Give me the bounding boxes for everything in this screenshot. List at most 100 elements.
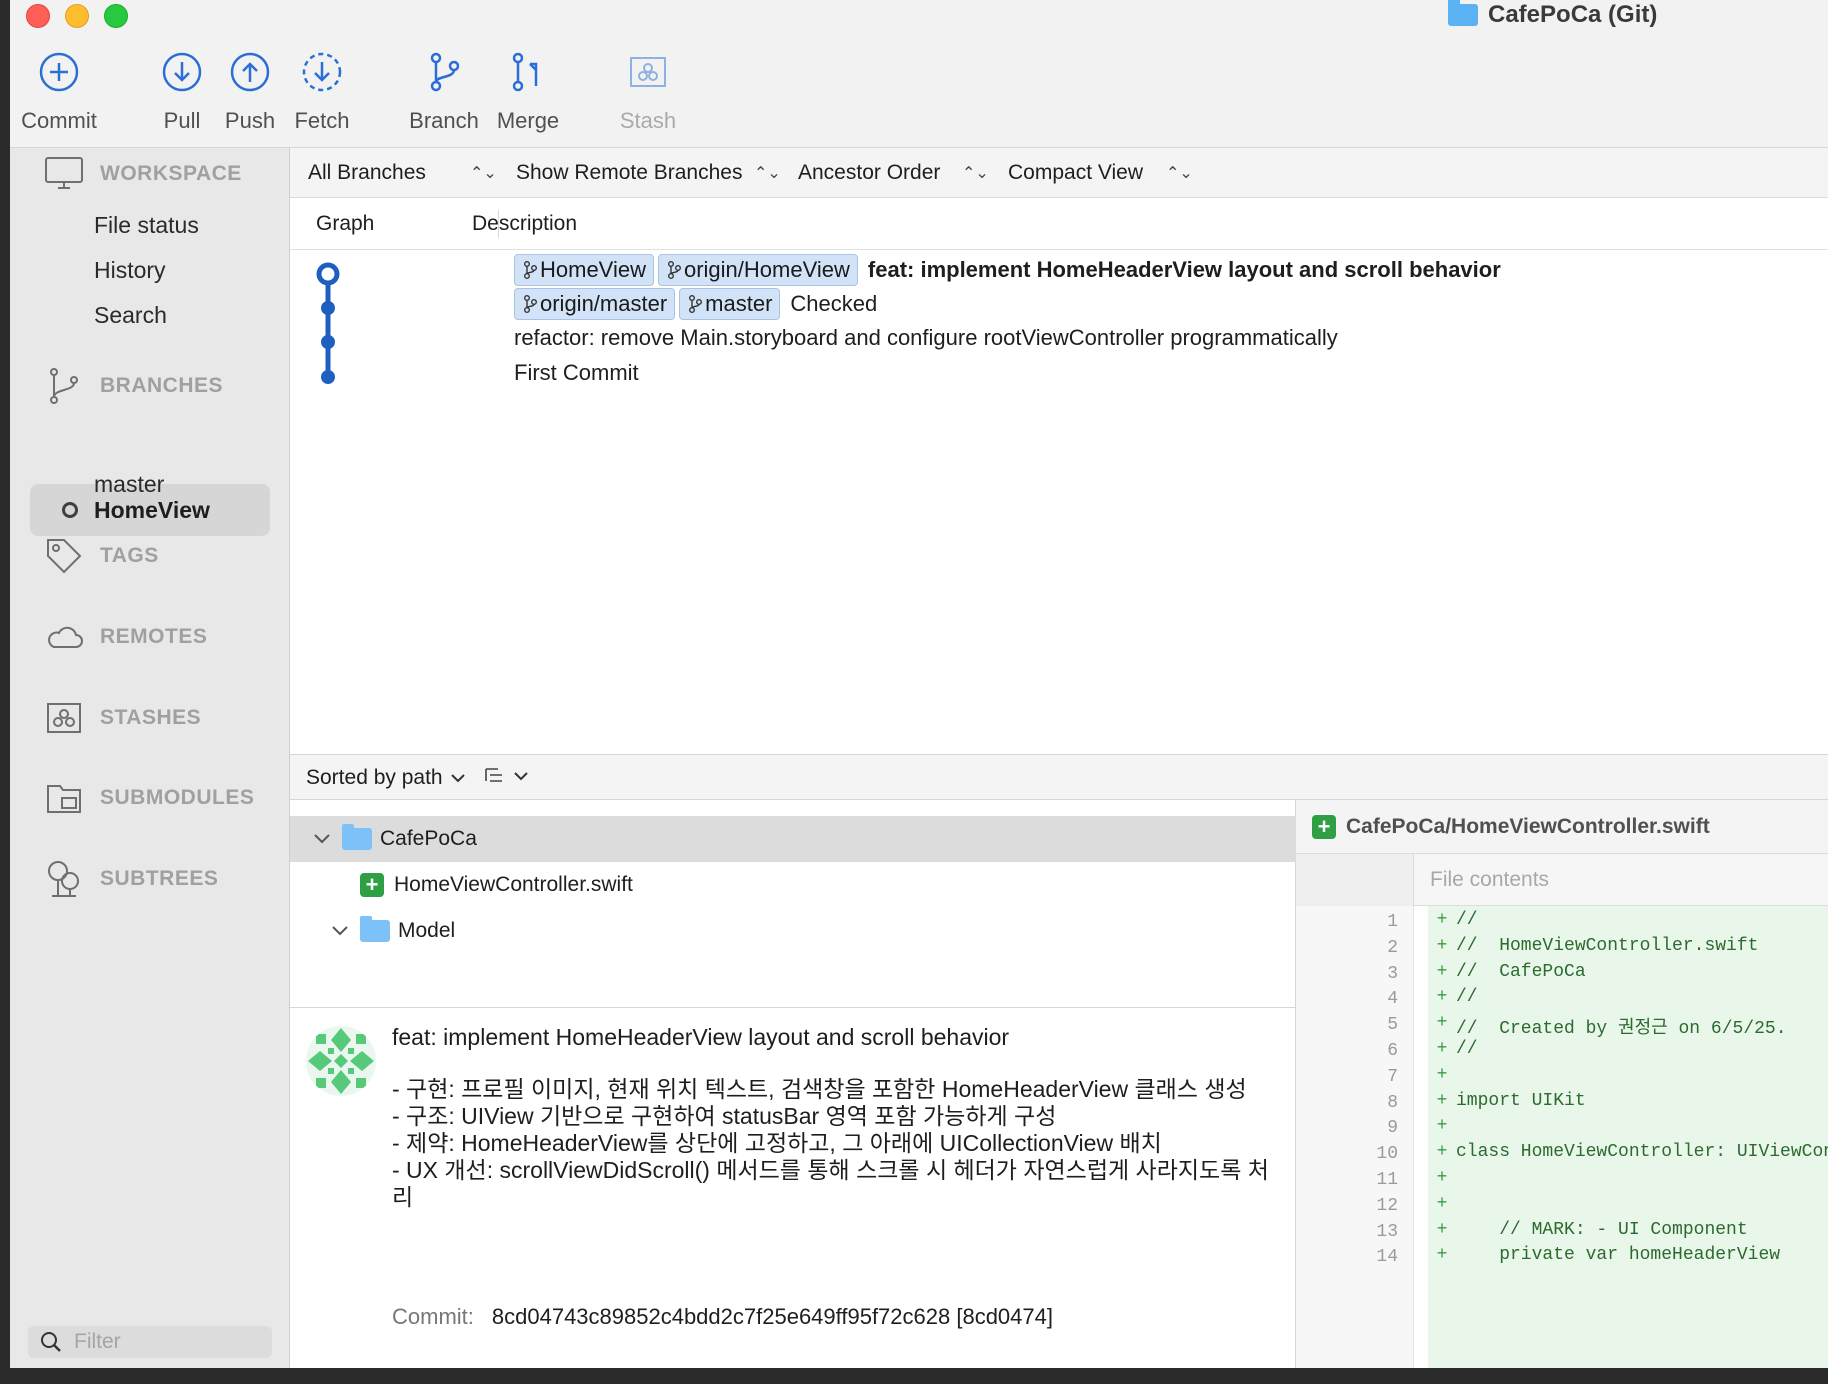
- column-description[interactable]: Description: [472, 198, 577, 250]
- code-line[interactable]: + import UIKit: [1428, 1091, 1586, 1116]
- commit-message: refactor: remove Main.storyboard and con…: [514, 325, 1338, 350]
- sidebar: WORKSPACE File status History Search BRA…: [10, 148, 290, 1368]
- added-marker: +: [1436, 910, 1448, 930]
- column-graph[interactable]: Graph: [316, 198, 374, 250]
- branch-ref-badge[interactable]: HomeView: [514, 254, 654, 286]
- code-line[interactable]: + class HomeViewController: UIViewControl…: [1428, 1142, 1828, 1167]
- sidebar-section-workspace[interactable]: WORKSPACE: [44, 154, 242, 194]
- commit-hash-value[interactable]: 8cd04743c89852c4bdd2c7f25e649ff95f72c628…: [492, 1304, 1053, 1330]
- tree-folder-cafepoca[interactable]: CafePoCa: [290, 816, 1296, 862]
- code-line[interactable]: + //: [1428, 910, 1478, 935]
- view-mode-dropdown[interactable]: Compact View ⌃⌄: [1008, 148, 1193, 198]
- stash-icon: [47, 703, 81, 733]
- close-window-button[interactable]: [26, 4, 50, 28]
- sidebar-section-remotes[interactable]: REMOTES: [44, 617, 207, 657]
- line-number: 8: [1387, 1092, 1398, 1113]
- added-marker: +: [1436, 1064, 1448, 1085]
- tree-file-homeviewcontroller[interactable]: + HomeViewController.swift: [290, 862, 1296, 908]
- code-line[interactable]: + // Created by 권정근 on 6/5/25.: [1428, 1013, 1787, 1039]
- sidebar-item-search[interactable]: Search: [94, 302, 167, 329]
- code-line[interactable]: + private var homeHeaderView: [1428, 1245, 1780, 1270]
- fetch-label: Fetch: [294, 108, 350, 133]
- line-number: 13: [1376, 1221, 1398, 1242]
- cloud-icon: [48, 626, 83, 648]
- code-text: class HomeViewController: UIViewControll…: [1456, 1142, 1828, 1163]
- remote-filter-dropdown[interactable]: Show Remote Branches ⌃⌄: [516, 148, 781, 198]
- remotes-label: REMOTES: [100, 625, 208, 648]
- added-marker: +: [1436, 935, 1448, 956]
- code-line[interactable]: +: [1428, 1194, 1456, 1219]
- code-line[interactable]: + //: [1428, 1039, 1478, 1064]
- branch-icon: [667, 261, 681, 279]
- commit-message: First Commit: [514, 360, 639, 385]
- sort-dropdown[interactable]: Sorted by path: [306, 755, 465, 801]
- sidebar-filter-input[interactable]: Filter: [28, 1326, 272, 1358]
- tag-icon: [47, 539, 82, 574]
- sidebar-item-branch-master[interactable]: master: [94, 471, 164, 498]
- code-line[interactable]: + // HomeViewController.swift: [1428, 935, 1759, 961]
- sidebar-section-submodules[interactable]: SUBMODULES: [44, 778, 254, 818]
- branch-filter-dropdown[interactable]: All Branches ⌃⌄: [308, 148, 497, 198]
- code-line[interactable]: + //: [1428, 987, 1478, 1012]
- commit-button[interactable]: Commit: [10, 50, 114, 134]
- sidebar-section-branches[interactable]: BRANCHES: [44, 366, 223, 406]
- sidebar-item-file-status[interactable]: File status: [94, 212, 199, 239]
- main-panel: All Branches ⌃⌄ Show Remote Branches ⌃⌄ …: [290, 148, 1828, 1368]
- branch-ref-label: HomeView: [540, 257, 646, 282]
- code-line[interactable]: + // CafePoCa: [1428, 962, 1586, 987]
- merge-icon: [512, 52, 538, 92]
- commit-row[interactable]: HomeView origin/HomeView feat: implement H…: [514, 252, 1501, 288]
- sidebar-section-tags[interactable]: TAGS: [44, 536, 159, 576]
- graph-node[interactable]: [321, 335, 335, 349]
- commit-body: - 구현: 프로필 이미지, 현재 위치 텍스트, 검색창을 포함한 HomeH…: [392, 1076, 1269, 1210]
- branch-ref-label: origin/master: [540, 291, 668, 316]
- search-icon: [41, 1332, 61, 1352]
- branch-icon: [689, 295, 703, 313]
- branch-ref-badge[interactable]: origin/HomeView: [657, 254, 858, 286]
- sidebar-section-subtrees[interactable]: SUBTREES: [44, 859, 218, 899]
- chevron-down-icon[interactable]: [330, 921, 350, 941]
- commit-graph: [316, 262, 340, 384]
- folder-name: CafePoCa: [380, 827, 477, 850]
- stash-button[interactable]: Stash: [593, 50, 703, 134]
- line-number: 3: [1387, 963, 1398, 984]
- folder-name: Model: [398, 919, 456, 942]
- code-text: //: [1456, 910, 1478, 930]
- added-marker: +: [1436, 1116, 1448, 1137]
- submodule-icon: [47, 785, 81, 813]
- code-text: private var homeHeaderView: [1456, 1245, 1781, 1266]
- chevron-down-icon[interactable]: [312, 829, 332, 849]
- branch-filter-value: All Branches: [308, 161, 426, 184]
- tree-folder-model[interactable]: Model: [290, 908, 1296, 954]
- code-line[interactable]: +: [1428, 1065, 1456, 1090]
- toolbar: CafePoCa (Git) Commit Pull Push Fetch Br…: [10, 0, 1828, 148]
- commit-row[interactable]: origin/master master Checked: [514, 286, 877, 322]
- commit-row[interactable]: First Commit: [514, 355, 639, 391]
- commit-row[interactable]: refactor: remove Main.storyboard and con…: [514, 320, 1338, 356]
- diff-file-path: CafePoCa/HomeViewController.swift: [1346, 814, 1710, 838]
- order-dropdown[interactable]: Ancestor Order ⌃⌄: [798, 148, 989, 198]
- branch-ref-badge[interactable]: origin/master: [514, 288, 676, 320]
- minimize-window-button[interactable]: [65, 4, 89, 28]
- branch-icon: [524, 261, 537, 279]
- code-line[interactable]: +: [1428, 1168, 1456, 1193]
- branch-label: Branch: [409, 108, 479, 133]
- graph-node-head[interactable]: [316, 262, 340, 286]
- zoom-window-button[interactable]: [104, 4, 128, 28]
- view-mode-value: Compact View: [1008, 161, 1144, 184]
- line-number: 7: [1387, 1066, 1398, 1087]
- line-number: 2: [1387, 937, 1398, 958]
- view-options-dropdown[interactable]: [484, 765, 528, 787]
- graph-node[interactable]: [321, 301, 335, 315]
- code-line[interactable]: + // MARK: - UI Component: [1428, 1220, 1748, 1245]
- graph-node[interactable]: [321, 370, 335, 384]
- sidebar-item-history[interactable]: History: [94, 257, 166, 284]
- diff-pane: + CafePoCa/HomeViewController.swift File…: [1296, 800, 1828, 1368]
- merge-button[interactable]: Merge: [473, 50, 583, 134]
- fetch-button[interactable]: Fetch: [267, 50, 377, 134]
- code-line[interactable]: +: [1428, 1116, 1456, 1141]
- branch-ref-badge[interactable]: master: [679, 288, 781, 320]
- tags-label: TAGS: [100, 544, 159, 567]
- sidebar-section-stashes[interactable]: STASHES: [44, 698, 201, 738]
- commit-details: feat: implement HomeHeaderView layout an…: [290, 1008, 1296, 1368]
